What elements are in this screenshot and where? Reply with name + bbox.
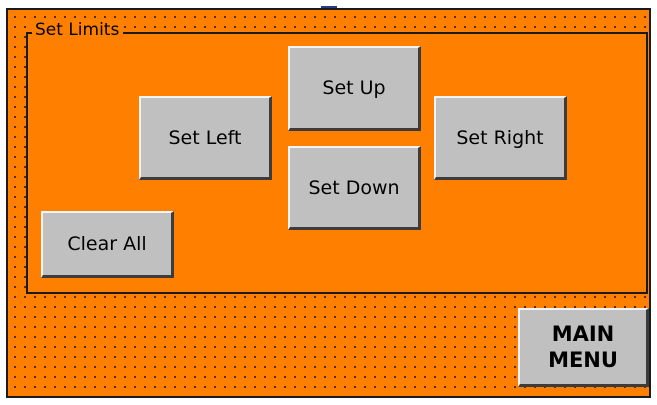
set-left-button[interactable]: Set Left — [139, 96, 272, 180]
limits-panel: Set Limits Set Up Set Left Set Right Set… — [6, 8, 651, 398]
set-down-button[interactable]: Set Down — [288, 146, 421, 230]
clear-all-button[interactable]: Clear All — [41, 211, 174, 278]
set-up-button[interactable]: Set Up — [288, 46, 421, 131]
set-limits-group-title: Set Limits — [32, 19, 124, 41]
main-menu-button[interactable]: MAIN MENU — [518, 308, 649, 387]
set-right-button[interactable]: Set Right — [434, 96, 567, 180]
